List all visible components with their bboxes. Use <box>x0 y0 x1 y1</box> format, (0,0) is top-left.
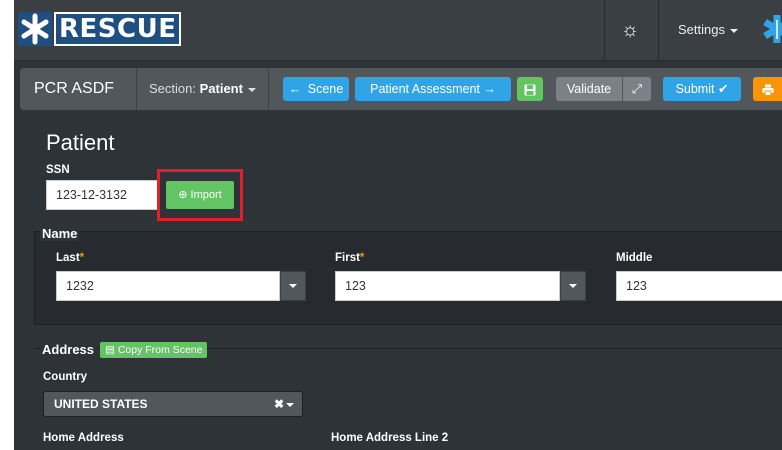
patient-assessment-button[interactable]: Patient Assessment → <box>355 77 511 101</box>
logo-star-icon <box>18 12 52 46</box>
country-value: UNITED STATES <box>54 397 148 411</box>
last-name-label: Last* <box>56 252 84 264</box>
ssn-input[interactable] <box>46 180 160 210</box>
first-name-dropdown-toggle[interactable] <box>560 271 586 301</box>
clipboard-icon: ▤ <box>105 344 115 356</box>
chevron-down-icon <box>569 283 577 288</box>
copy-from-scene-button[interactable]: ▤ Copy From Scene <box>100 342 208 358</box>
chevron-down-icon <box>289 283 297 288</box>
settings-dropdown[interactable]: Settings <box>678 22 738 37</box>
last-name-dropdown-toggle[interactable] <box>280 271 306 301</box>
highlight-box <box>157 169 243 221</box>
submit-button[interactable]: Submit ✔ <box>663 77 741 101</box>
chevron-down-icon <box>729 28 738 33</box>
required-marker: * <box>79 252 85 264</box>
print-button[interactable] <box>753 77 782 101</box>
validate-button[interactable]: Validate <box>556 77 622 101</box>
top-navbar: RESCUE ☼ Settings <box>14 0 782 61</box>
first-label-text: First <box>335 252 360 264</box>
last-name-input[interactable] <box>56 271 280 301</box>
sun-icon[interactable]: ☼ <box>618 18 642 42</box>
middle-name-label: Middle <box>616 252 653 264</box>
clear-icon[interactable]: ✖ <box>274 392 284 416</box>
scene-button[interactable]: Scene <box>283 77 349 101</box>
country-select[interactable]: UNITED STATES ✖ <box>43 391 303 417</box>
last-label-text: Last <box>56 252 80 264</box>
section-dropdown[interactable]: Section: Patient <box>136 68 269 110</box>
expand-icon: ⤢ <box>631 82 642 96</box>
chevron-down-icon <box>247 87 256 92</box>
floppy-disk-icon <box>524 84 536 96</box>
save-button[interactable] <box>517 77 543 101</box>
home-address-label: Home Address <box>43 432 124 444</box>
address-legend: Address <box>40 342 97 357</box>
patient-assessment-label: Patient Assessment → <box>370 82 496 96</box>
nav-divider <box>604 0 605 60</box>
star-of-life-icon[interactable] <box>762 14 782 44</box>
settings-label: Settings <box>678 22 725 37</box>
submit-label: Submit ✔ <box>675 82 729 96</box>
scene-button-label: Scene <box>307 82 344 96</box>
section-prefix: Section: <box>149 81 196 96</box>
required-marker: * <box>359 252 365 264</box>
page-title: Patient <box>46 130 115 155</box>
form-content: Patient SSN ⊕ Import Name Last* First* M… <box>14 110 782 450</box>
pcr-toolbar: PCR ASDF Section: Patient Scene Patient … <box>20 68 782 111</box>
country-label: Country <box>43 371 88 383</box>
copy-from-scene-label: Copy From Scene <box>117 344 203 356</box>
name-legend: Name <box>40 226 80 241</box>
app-window: RESCUE ☼ Settings PCR ASDF Section: Pati… <box>14 0 782 450</box>
expand-button[interactable]: ⤢ <box>623 77 651 101</box>
section-value: Patient <box>199 81 243 96</box>
home-address-line2-label: Home Address Line 2 <box>331 432 449 444</box>
middle-name-input[interactable] <box>616 271 782 301</box>
nav-divider <box>658 0 659 60</box>
rescue-logo[interactable]: RESCUE <box>18 12 182 46</box>
chevron-down-icon <box>286 403 294 407</box>
ssn-label: SSN <box>46 164 70 176</box>
first-name-input[interactable] <box>335 271 560 301</box>
print-icon <box>762 84 774 96</box>
pcr-title: PCR ASDF <box>34 80 115 97</box>
first-name-label: First* <box>335 252 364 264</box>
logo-text: RESCUE <box>54 12 182 46</box>
validate-label: Validate <box>566 82 612 96</box>
